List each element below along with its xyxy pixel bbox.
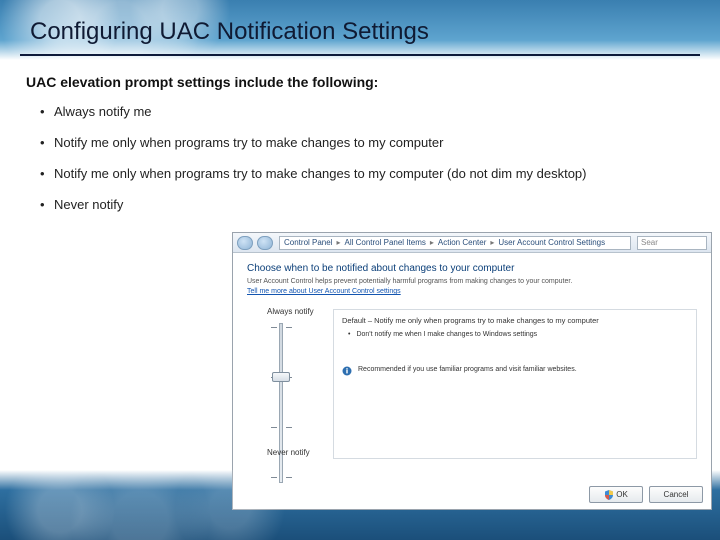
- slide-title: Configuring UAC Notification Settings: [0, 0, 720, 50]
- subhead: UAC elevation prompt settings include th…: [26, 74, 688, 90]
- bullet-item: Never notify: [40, 197, 688, 214]
- back-button[interactable]: [237, 236, 253, 250]
- bullet-item: Notify me only when programs try to make…: [40, 166, 688, 183]
- slider-tick: [286, 427, 292, 428]
- slider-tick: [286, 327, 292, 328]
- cancel-label: Cancel: [664, 490, 689, 499]
- forward-button[interactable]: [257, 236, 273, 250]
- explorer-navbar: Control Panel▸ All Control Panel Items▸ …: [233, 233, 711, 253]
- breadcrumb-item[interactable]: Action Center: [438, 238, 486, 247]
- slider-tick: [271, 427, 277, 428]
- breadcrumb[interactable]: Control Panel▸ All Control Panel Items▸ …: [279, 236, 631, 250]
- bullet-dot: •: [348, 331, 350, 338]
- default-heading: Default – Notify me only when programs t…: [342, 316, 688, 325]
- breadcrumb-item[interactable]: All Control Panel Items: [345, 238, 426, 247]
- slider-area: Always notify Never notify Default – N: [247, 309, 697, 459]
- slider-track[interactable]: [279, 323, 283, 483]
- dialog-body: Choose when to be notified about changes…: [233, 253, 711, 459]
- slider-tick: [286, 477, 292, 478]
- slide: Configuring UAC Notification Settings UA…: [0, 0, 720, 540]
- search-placeholder: Sear: [641, 238, 658, 247]
- ok-label: OK: [616, 490, 628, 499]
- breadcrumb-item[interactable]: Control Panel: [284, 238, 332, 247]
- dialog-description: User Account Control helps prevent poten…: [247, 278, 697, 286]
- slider-tick: [271, 477, 277, 478]
- search-input[interactable]: Sear: [637, 236, 707, 250]
- slider-label-bottom: Never notify: [267, 448, 310, 457]
- detail-box: Default – Notify me only when programs t…: [333, 309, 697, 459]
- bullet-item: Notify me only when programs try to make…: [40, 135, 688, 152]
- detail-column: Default – Notify me only when programs t…: [327, 309, 697, 459]
- dialog-heading: Choose when to be notified about changes…: [247, 263, 697, 274]
- slider-tick: [271, 327, 277, 328]
- shield-icon: [604, 490, 613, 499]
- recommendation-text: Recommended if you use familiar programs…: [358, 366, 577, 376]
- breadcrumb-item[interactable]: User Account Control Settings: [498, 238, 605, 247]
- slider-label-top: Always notify: [267, 307, 314, 316]
- slide-content: UAC elevation prompt settings include th…: [0, 56, 720, 214]
- cancel-button[interactable]: Cancel: [649, 486, 703, 503]
- uac-dialog-screenshot: Control Panel▸ All Control Panel Items▸ …: [232, 232, 712, 510]
- slider-column: Always notify Never notify: [267, 309, 327, 459]
- bullet-list: Always notify me Notify me only when pro…: [26, 104, 688, 214]
- dialog-footer: OK Cancel: [589, 486, 703, 503]
- detail-text: Don't notify me when I make changes to W…: [356, 331, 537, 338]
- info-icon: [342, 366, 352, 376]
- learn-more-link[interactable]: Tell me more about User Account Control …: [247, 288, 401, 295]
- recommendation: Recommended if you use familiar programs…: [342, 366, 688, 376]
- bullet-item: Always notify me: [40, 104, 688, 121]
- detail-item: • Don't notify me when I make changes to…: [348, 331, 688, 338]
- ok-button[interactable]: OK: [589, 486, 643, 503]
- slider-thumb[interactable]: [272, 372, 290, 382]
